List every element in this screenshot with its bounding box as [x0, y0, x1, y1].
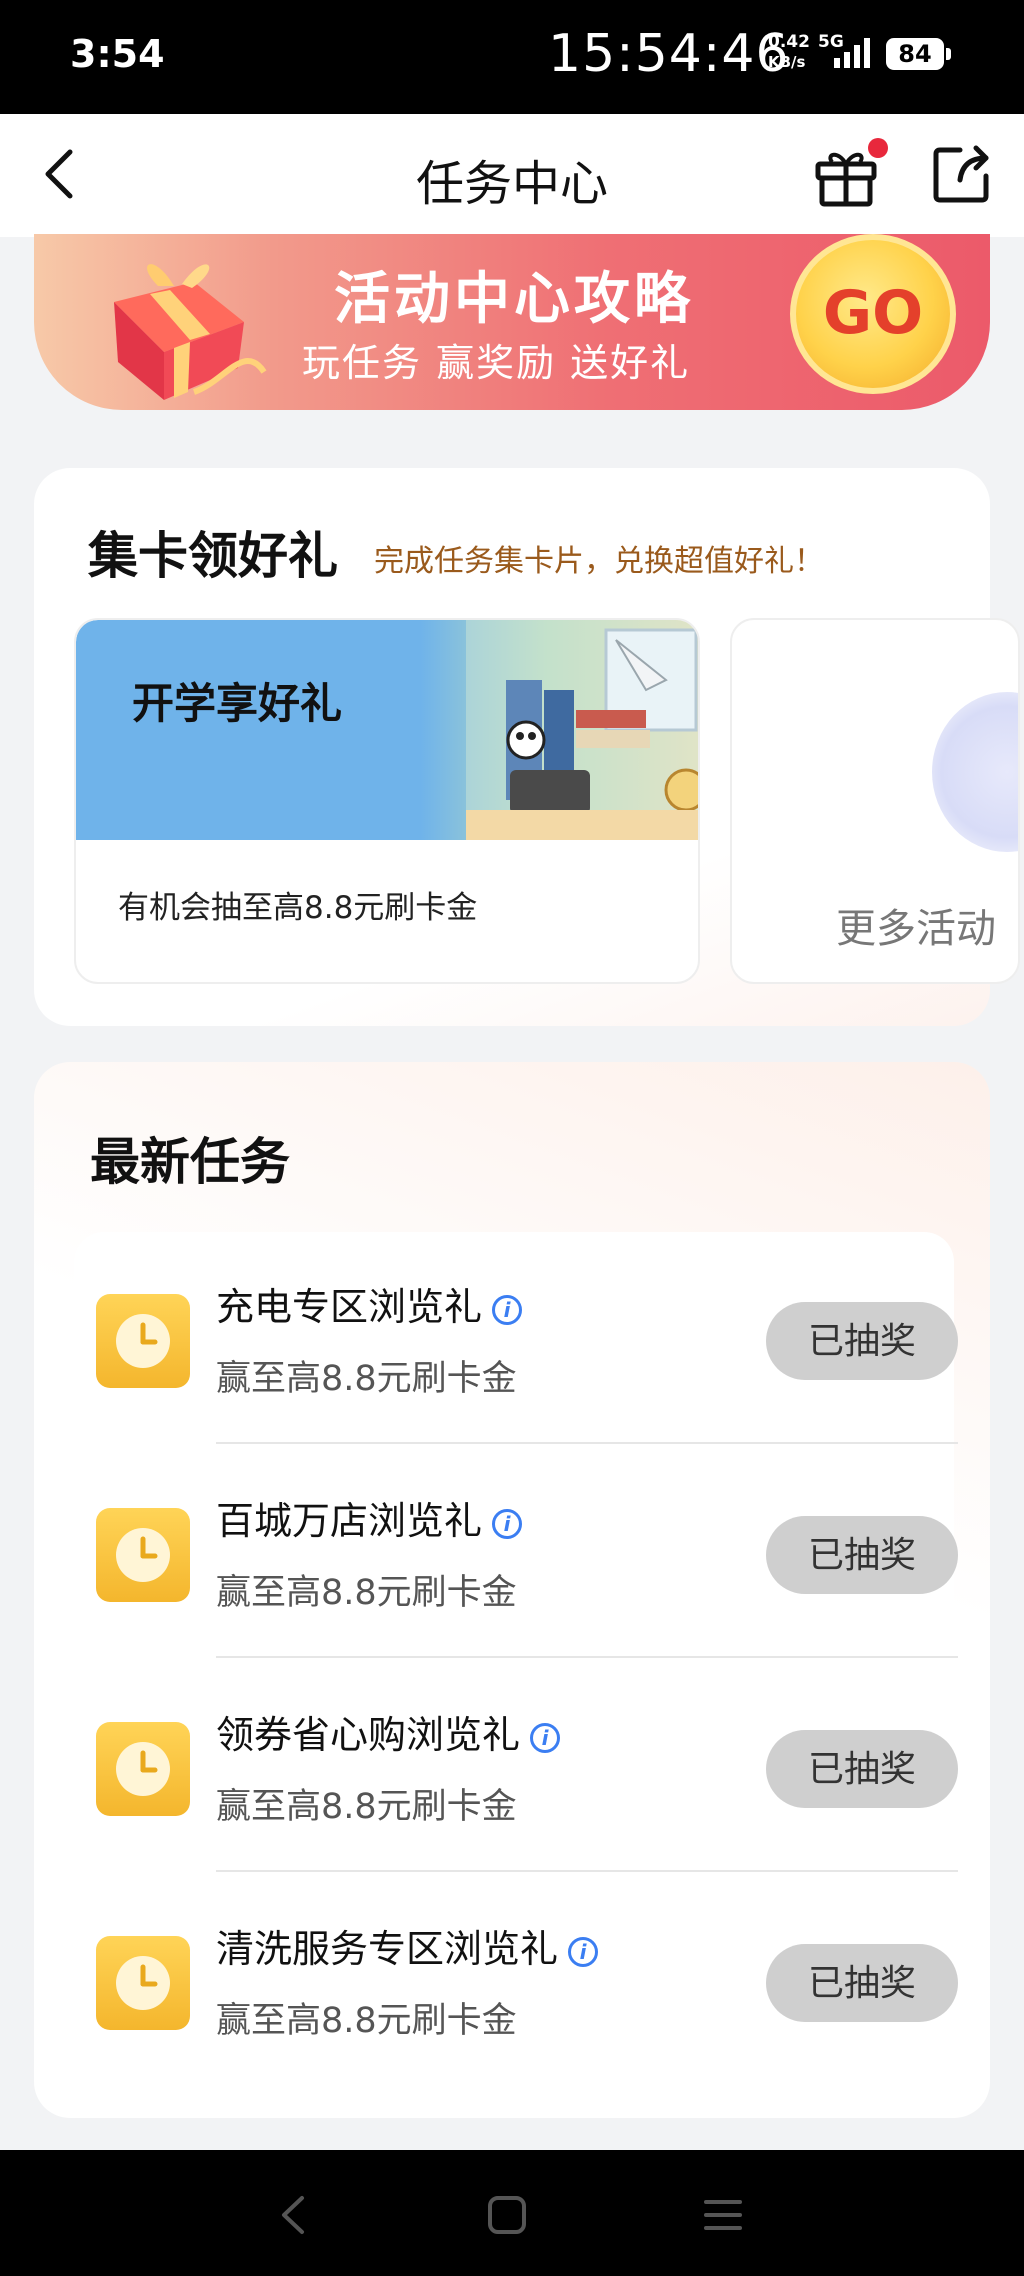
- divider: [216, 1442, 958, 1444]
- task-name: 领券省心购浏览礼 i: [216, 1704, 561, 1759]
- status-clock: 15:54:46: [548, 24, 790, 84]
- banner-title: 活动中心攻略: [334, 267, 694, 332]
- info-icon[interactable]: i: [530, 1722, 561, 1753]
- more-activities-label: 更多活动: [836, 906, 996, 952]
- menu-nav-icon[interactable]: [698, 2190, 748, 2240]
- system-nav-bar: [0, 2150, 1024, 2276]
- notification-dot: [868, 138, 888, 158]
- divider: [216, 1870, 958, 1872]
- desk-illustration: [466, 620, 698, 840]
- battery-icon: 84: [886, 38, 951, 70]
- task-list: 充电专区浏览礼 i 赢至高8.8元刷卡金 已抽奖 百城万店浏览礼 i 赢至高8.8元…: [74, 1232, 958, 2092]
- divider: [216, 1656, 958, 1658]
- clock-icon: [96, 1508, 190, 1602]
- back-nav-icon[interactable]: [270, 2190, 320, 2240]
- task-reward: 赢至高8.8元刷卡金: [216, 1359, 517, 1399]
- home-nav-icon[interactable]: [482, 2190, 532, 2240]
- section-title: 最新任务: [90, 1133, 290, 1191]
- task-reward: 赢至高8.8元刷卡金: [216, 1787, 517, 1827]
- banner-subtitle: 玩任务 赢奖励 送好礼: [302, 341, 691, 385]
- task-item: 百城万店浏览礼 i 赢至高8.8元刷卡金 已抽奖: [74, 1446, 958, 1658]
- signal-icon: [834, 38, 870, 68]
- task-name: 充电专区浏览礼 i: [216, 1276, 523, 1331]
- drawn-button[interactable]: 已抽奖: [766, 1730, 958, 1808]
- activity-guide-banner[interactable]: 活动中心攻略 玩任务 赢奖励 送好礼 GO: [34, 234, 990, 410]
- collect-cards-section: 集卡领好礼 完成任务集卡片，兑换超值好礼！ 开学享好礼 有机会抽至高8.8元刷卡…: [34, 468, 1020, 1026]
- latest-tasks-section: 最新任务 充电专区浏览礼 i 赢至高8.8元刷卡金 已抽奖 百城万店浏览礼 i 赢至…: [34, 1062, 990, 2118]
- task-reward: 赢至高8.8元刷卡金: [216, 2001, 517, 2041]
- clock-icon: [96, 1294, 190, 1388]
- drawn-button[interactable]: 已抽奖: [766, 1944, 958, 2022]
- task-name-text: 领券省心购浏览礼: [216, 1713, 521, 1757]
- network-speed: 0.42 KB/s: [768, 32, 810, 72]
- more-activities-illustration: [932, 692, 1018, 852]
- activity-card-back-to-school[interactable]: 开学享好礼 有机会抽至高8.8元刷卡金: [74, 618, 700, 984]
- status-bar: 3:54 15:54:46 0.42 KB/s 5G 84: [0, 0, 1024, 114]
- drawn-button[interactable]: 已抽奖: [766, 1302, 958, 1380]
- network-speed-unit: KB/s: [768, 53, 806, 71]
- share-icon[interactable]: [930, 142, 992, 204]
- activity-card-more[interactable]: 更多活动: [730, 618, 1020, 984]
- task-name-text: 清洗服务专区浏览礼: [216, 1927, 559, 1971]
- network-speed-value: 0.42: [768, 32, 810, 52]
- clock-icon: [96, 1722, 190, 1816]
- section-title: 集卡领好礼: [88, 527, 338, 585]
- info-icon[interactable]: i: [568, 1936, 599, 1967]
- task-name: 清洗服务专区浏览礼 i: [216, 1918, 599, 1973]
- task-name-text: 充电专区浏览礼: [216, 1285, 483, 1329]
- nav-bar: 任务中心: [0, 114, 1024, 237]
- activity-description: 有机会抽至高8.8元刷卡金: [118, 890, 478, 926]
- activity-title: 开学享好礼: [132, 679, 343, 728]
- task-item: 充电专区浏览礼 i 赢至高8.8元刷卡金 已抽奖: [74, 1232, 958, 1444]
- clock-icon: [96, 1936, 190, 2030]
- drawn-button[interactable]: 已抽奖: [766, 1516, 958, 1594]
- gift-box-icon: [114, 264, 267, 400]
- status-time: 3:54: [70, 32, 165, 76]
- info-icon[interactable]: i: [492, 1294, 523, 1325]
- task-name: 百城万店浏览礼 i: [216, 1490, 523, 1545]
- task-item: 清洗服务专区浏览礼 i 赢至高8.8元刷卡金 已抽奖: [74, 1874, 958, 2086]
- task-reward: 赢至高8.8元刷卡金: [216, 1573, 517, 1613]
- go-button[interactable]: GO: [790, 234, 956, 394]
- task-item: 领券省心购浏览礼 i 赢至高8.8元刷卡金 已抽奖: [74, 1660, 958, 1872]
- info-icon[interactable]: i: [492, 1508, 523, 1539]
- section-description: 完成任务集卡片，兑换超值好礼！: [374, 544, 824, 579]
- task-name-text: 百城万店浏览礼: [216, 1499, 483, 1543]
